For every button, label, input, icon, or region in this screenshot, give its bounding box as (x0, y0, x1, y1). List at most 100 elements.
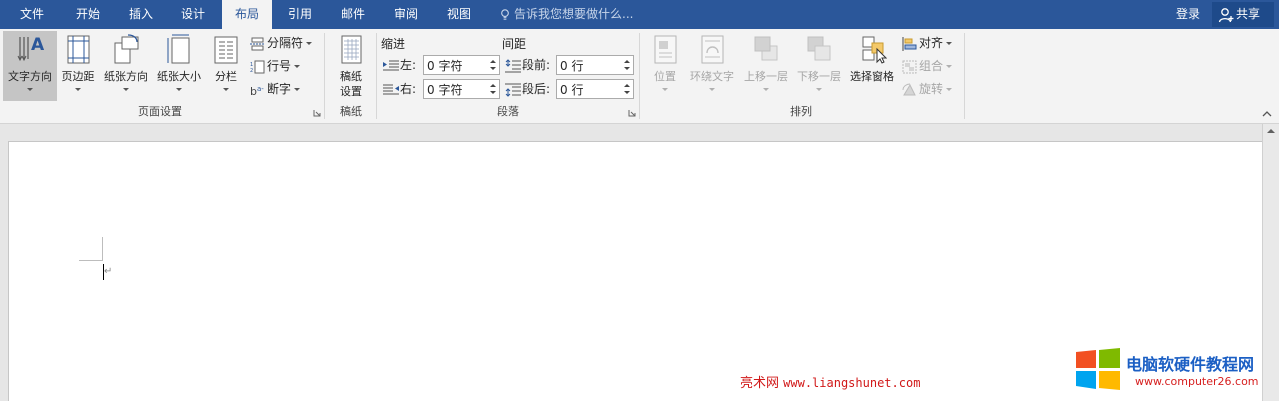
group-label: 组合 (919, 59, 944, 73)
spin-up-icon[interactable] (624, 60, 630, 63)
bring-forward-button[interactable]: 上移一层 (740, 31, 792, 101)
spacing-after-label: 段后: (505, 79, 550, 99)
spacing-before-field[interactable] (556, 55, 634, 75)
hyphenation-button[interactable]: b a- 断字 (250, 79, 301, 99)
manuscript-settings-button[interactable]: 稿纸 设置 (329, 31, 373, 101)
tell-me-text: 告诉我您想要做什么... (514, 7, 634, 21)
margins-label: 页边距 (61, 70, 95, 83)
indent-left-input[interactable] (427, 57, 487, 73)
indent-right-icon (383, 84, 399, 94)
breaks-button[interactable]: 分隔符 (250, 33, 313, 53)
chevron-down-icon (946, 88, 953, 91)
position-button[interactable]: 位置 (645, 31, 685, 101)
paper-size-icon (167, 34, 190, 64)
dialog-launcher-icon[interactable] (628, 109, 636, 117)
spin-up-icon[interactable] (490, 60, 496, 63)
text-direction-icon: A (17, 35, 45, 62)
spacing-before-icon (505, 58, 521, 72)
group-button[interactable]: 组合 (902, 56, 953, 76)
send-backward-label: 下移一层 (797, 70, 841, 83)
indent-right-input[interactable] (427, 81, 487, 97)
tell-me-search[interactable]: 告诉我您想要做什么... (500, 0, 633, 29)
text-direction-label: 文字方向 (8, 70, 52, 83)
orientation-icon (114, 34, 139, 64)
orientation-label: 纸张方向 (104, 70, 148, 83)
text-direction-button[interactable]: A 文字方向 (3, 31, 57, 101)
chevron-down-icon (946, 65, 953, 68)
tab-review[interactable]: 审阅 (386, 0, 426, 29)
chevron-down-icon (306, 42, 313, 45)
columns-icon (214, 36, 238, 64)
tab-layout[interactable]: 布局 (222, 0, 272, 31)
tab-references[interactable]: 引用 (280, 0, 320, 29)
indent-left-field[interactable] (423, 55, 500, 75)
indent-header: 缩进 (381, 37, 406, 51)
hyphenation-icon: b a- (250, 85, 264, 98)
spin-up-icon[interactable] (624, 84, 630, 87)
spacing-before-input[interactable] (560, 57, 620, 73)
svg-text:2: 2 (250, 68, 253, 74)
login-link[interactable]: 登录 (1176, 0, 1200, 29)
line-numbers-button[interactable]: 1 2 行号 (250, 56, 301, 76)
chevron-down-icon (294, 88, 301, 91)
wrap-text-button[interactable]: 环绕文字 (686, 31, 738, 101)
spin-down-icon[interactable] (490, 67, 496, 70)
indent-right-field[interactable] (423, 79, 500, 99)
margin-corner-mark (79, 260, 103, 261)
svg-text:a-: a- (257, 85, 264, 93)
page-setup-group-label: 页面设置 (138, 105, 182, 118)
spacing-header: 间距 (502, 37, 527, 51)
margins-button[interactable]: 页边距 (58, 31, 98, 101)
document-area (0, 124, 1262, 401)
align-icon (902, 36, 917, 51)
spin-up-icon[interactable] (490, 84, 496, 87)
share-button[interactable]: 共享 (1212, 2, 1274, 27)
spin-down-icon[interactable] (624, 67, 630, 70)
tab-design[interactable]: 设计 (173, 0, 213, 29)
dialog-launcher-icon[interactable] (313, 109, 321, 117)
tab-view[interactable]: 视图 (439, 0, 479, 29)
scroll-up-icon[interactable] (1267, 129, 1275, 133)
rotate-label: 旋转 (919, 82, 944, 96)
selection-pane-icon (862, 36, 887, 64)
tab-insert[interactable]: 插入 (121, 0, 161, 29)
rotate-button[interactable]: 旋转 (902, 79, 953, 99)
title-tab-bar: 文件 开始 插入 设计 布局 引用 邮件 审阅 视图 告诉我您想要做什么... … (0, 0, 1279, 31)
chevron-down-icon (27, 88, 33, 91)
document-page[interactable] (8, 141, 1262, 401)
size-button[interactable]: 纸张大小 (153, 31, 205, 101)
position-label: 位置 (654, 70, 676, 83)
spin-down-icon[interactable] (624, 91, 630, 94)
columns-button[interactable]: 分栏 (207, 31, 245, 101)
size-label: 纸张大小 (157, 70, 201, 83)
margins-icon (67, 35, 90, 64)
send-backward-button[interactable]: 下移一层 (793, 31, 845, 101)
selection-pane-label: 选择窗格 (850, 70, 894, 83)
spacing-after-input[interactable] (560, 81, 620, 97)
align-button[interactable]: 对齐 (902, 33, 953, 53)
paragraph-group-label: 段落 (497, 105, 519, 118)
chevron-down-icon (223, 88, 229, 91)
selection-pane-button[interactable]: 选择窗格 (846, 31, 898, 101)
tab-file[interactable]: 文件 (12, 0, 52, 29)
hyphenation-label: 断字 (267, 82, 292, 96)
svg-text:b: b (250, 85, 257, 97)
orientation-button[interactable]: 纸张方向 (100, 31, 152, 101)
collapse-ribbon-icon[interactable] (1262, 109, 1272, 119)
wrap-text-icon (701, 35, 724, 64)
margin-corner-mark (102, 237, 103, 260)
group-icon (902, 60, 917, 73)
spacing-after-field[interactable] (556, 79, 634, 99)
spacing-after-icon (505, 83, 521, 97)
tab-mailings[interactable]: 邮件 (333, 0, 373, 29)
breaks-label: 分隔符 (267, 36, 304, 50)
chevron-down-icon (763, 88, 769, 91)
spin-down-icon[interactable] (490, 91, 496, 94)
svg-text:A: A (31, 35, 45, 55)
tab-home[interactable]: 开始 (68, 0, 108, 29)
vertical-scrollbar[interactable] (1262, 124, 1279, 401)
watermark-brand-url: www.computer26.com (1135, 375, 1259, 388)
chevron-down-icon (946, 42, 953, 45)
indent-left-label: 左: (383, 55, 416, 75)
person-add-icon (1218, 8, 1234, 23)
